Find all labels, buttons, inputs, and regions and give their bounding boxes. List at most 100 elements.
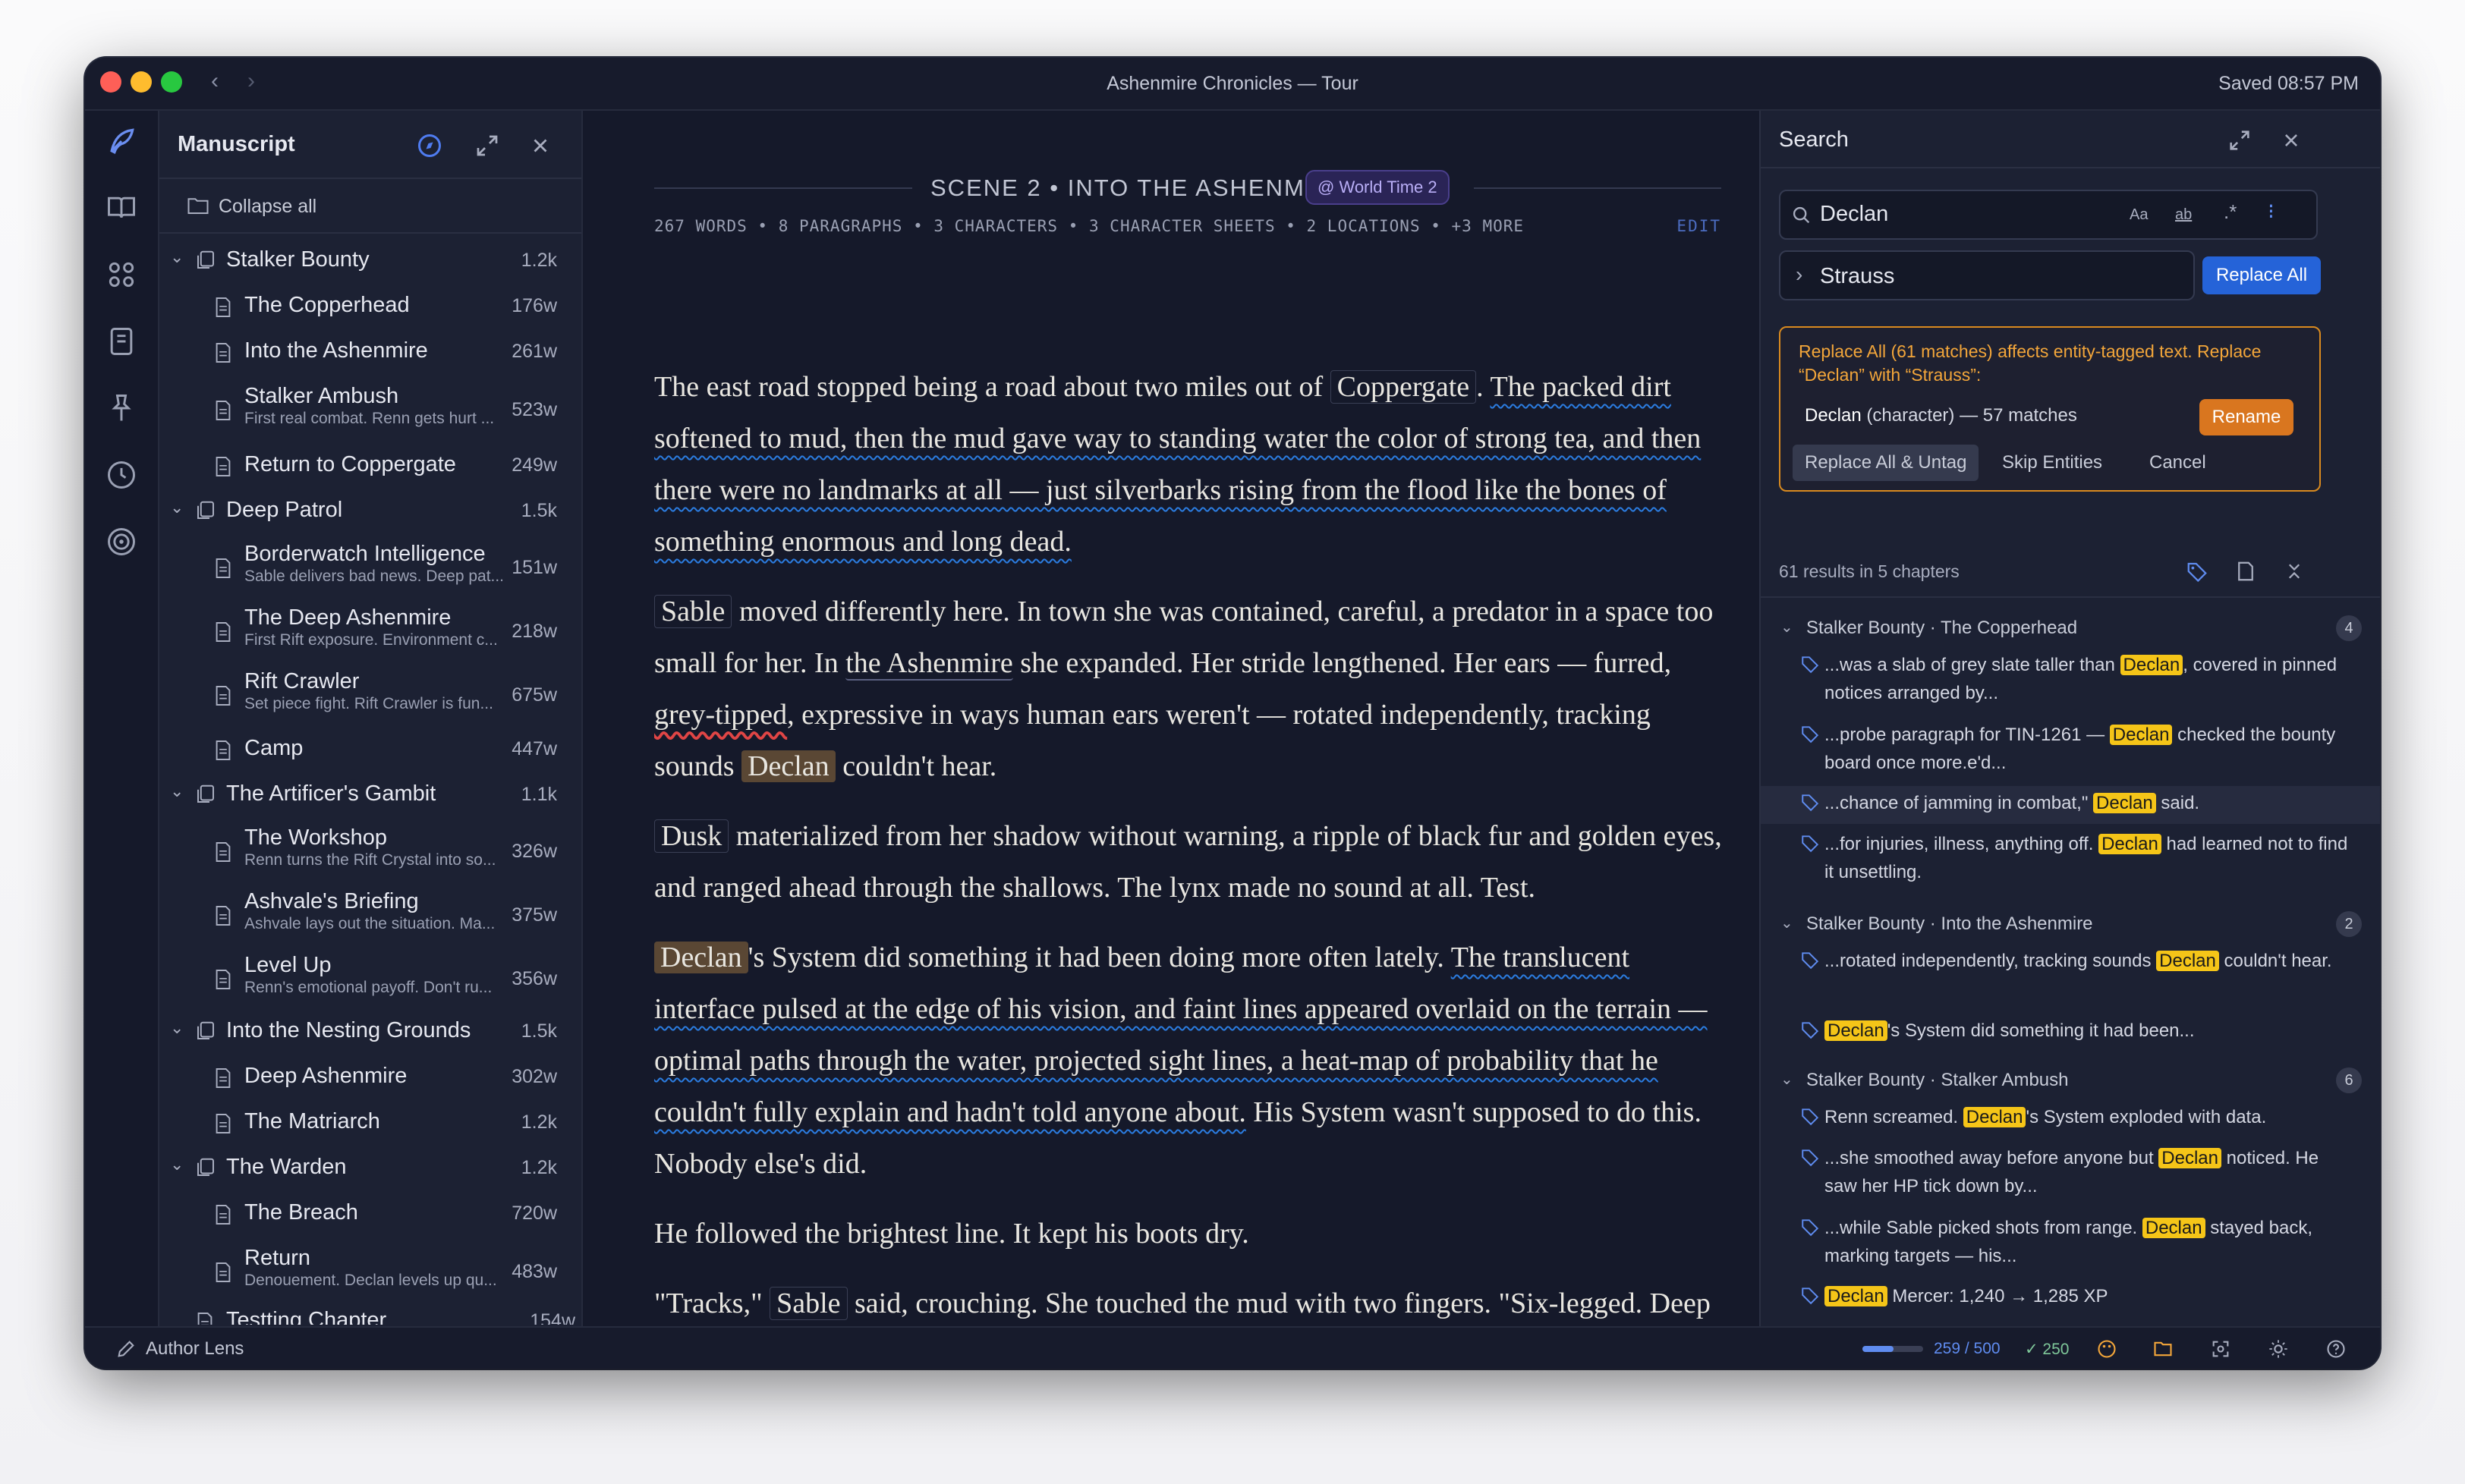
search-result[interactable]: ...chance of jamming in combat," Declan …	[1761, 786, 2380, 824]
palette-icon[interactable]	[2096, 1338, 2117, 1360]
quill-icon[interactable]	[105, 124, 138, 158]
search-match[interactable]: Declan	[654, 942, 748, 973]
compass-icon[interactable]	[416, 132, 443, 159]
entity-location[interactable]: Coppergate	[1330, 370, 1477, 404]
scene-title: Borderwatch Intelligence	[244, 542, 486, 566]
entity-location[interactable]: the Ashenmire	[845, 647, 1013, 681]
entity-character[interactable]: Dusk	[654, 819, 729, 853]
scene-item[interactable]: The Deep Ashenmire First Rift exposure. …	[159, 599, 581, 663]
spelling-flag[interactable]: grey-tipped	[654, 699, 787, 731]
scene-item[interactable]: The Workshop Renn turns the Rift Crystal…	[159, 819, 581, 883]
folder-icon[interactable]	[2152, 1338, 2174, 1360]
book-icon[interactable]	[105, 191, 138, 225]
scene-prose[interactable]: The east road stopped being a road about…	[654, 361, 1726, 1369]
skip-entities-button[interactable]: Skip Entities	[1990, 445, 2114, 481]
tag-icon	[1802, 1022, 1819, 1039]
regex-icon[interactable]: .*	[2224, 200, 2237, 224]
close-icon[interactable]	[2278, 127, 2304, 153]
match-case-icon[interactable]: Aa	[2130, 206, 2148, 224]
rename-button[interactable]: Rename	[2199, 399, 2293, 435]
focus-icon[interactable]	[2210, 1338, 2231, 1360]
cancel-button[interactable]: Cancel	[2137, 445, 2218, 481]
chevron-down-icon[interactable]: ⌄	[1780, 913, 1793, 932]
network-icon[interactable]	[105, 258, 138, 291]
scene-item[interactable]: Into the Ashenmire 261w	[159, 332, 581, 370]
word-count: 302w	[512, 1066, 557, 1087]
result-text: ...was a slab of grey slate taller than …	[1824, 651, 2348, 707]
world-time-badge[interactable]: @ World Time 2	[1305, 170, 1450, 205]
scene-item[interactable]: Borderwatch Intelligence Sable delivers …	[159, 536, 581, 599]
scene-item[interactable]: Rift Crawler Set piece fight. Rift Crawl…	[159, 663, 581, 727]
document-icon[interactable]	[2234, 560, 2257, 583]
result-group[interactable]: ⌄ Stalker Bounty · Into the Ashenmire 2	[1761, 904, 2380, 942]
chevron-down-icon[interactable]: ⌄	[170, 1018, 184, 1038]
search-result[interactable]: ...while Sable picked shots from range. …	[1761, 1211, 2380, 1278]
result-group[interactable]: ⌄ Stalker Bounty · The Copperhead 4	[1761, 608, 2380, 646]
close-icon[interactable]	[527, 132, 554, 159]
entity-character[interactable]: Sable	[770, 1287, 848, 1320]
chevron-down-icon[interactable]: ⌄	[1780, 1070, 1793, 1089]
text: ...probe paragraph for TIN-1261 —	[1824, 725, 2110, 745]
search-result[interactable]: Renn screamed. Declan's System exploded …	[1761, 1100, 2380, 1138]
entity-filter-icon[interactable]: ⁝	[2268, 199, 2275, 224]
scene-item[interactable]: The Breach 720w	[159, 1194, 581, 1232]
scene-synopsis: First real combat. Renn gets hurt ...	[244, 410, 495, 427]
text: ...she smoothed away before anyone but	[1824, 1148, 2159, 1168]
entity-character[interactable]: Sable	[654, 595, 732, 628]
expand-icon[interactable]	[2227, 127, 2252, 153]
chapter-nesting-grounds[interactable]: ⌄ Into the Nesting Grounds 1.5k	[159, 1012, 581, 1050]
notebook-icon[interactable]	[105, 325, 138, 358]
search-result[interactable]: ...probe paragraph for TIN-1261 — Declan…	[1761, 718, 2380, 784]
search-result[interactable]: ...she smoothed away before anyone but D…	[1761, 1141, 2380, 1208]
chapter-stalker-bounty[interactable]: ⌄ Stalker Bounty 1.2k	[159, 241, 581, 279]
scene-item[interactable]: Ashvale's Briefing Ashvale lays out the …	[159, 883, 581, 947]
chevron-down-icon[interactable]: ⌄	[1780, 618, 1793, 637]
scene-item[interactable]: Return Denouement. Declan levels up qu..…	[159, 1240, 581, 1303]
search-result[interactable]: ...was a slab of grey slate taller than …	[1761, 648, 2380, 715]
search-result[interactable]: ...rotated independently, tracking sound…	[1761, 944, 2380, 1011]
scene-item[interactable]: The Copperhead 176w	[159, 287, 581, 325]
expand-icon[interactable]	[474, 132, 501, 159]
collapse-all-button[interactable]: Collapse all	[159, 179, 581, 234]
collapse-results-icon[interactable]	[2283, 560, 2306, 583]
search-result[interactable]: Declan Mercer: 1,240 → 1,285 XP	[1761, 1279, 2380, 1317]
clock-icon[interactable]	[105, 458, 138, 492]
result-group[interactable]: ⌄ Stalker Bounty · Stalker Ambush 6	[1761, 1061, 2380, 1099]
chapter-artificers-gambit[interactable]: ⌄ The Artificer's Gambit 1.1k	[159, 775, 581, 813]
scene-item[interactable]: The Matriarch 1.2k	[159, 1103, 581, 1141]
sun-icon[interactable]	[2268, 1338, 2289, 1360]
scene-item[interactable]: Return to Coppergate 249w	[159, 446, 581, 484]
search-result[interactable]: Declan's System did something it had bee…	[1761, 1014, 2380, 1052]
scene-item[interactable]: Stalker Ambush First real combat. Renn g…	[159, 378, 581, 442]
search-match[interactable]: Declan	[741, 750, 836, 782]
tag-icon[interactable]	[2186, 560, 2208, 583]
help-icon[interactable]	[2325, 1338, 2347, 1360]
target-icon[interactable]	[105, 525, 138, 558]
search-input[interactable]: Declan Aa ab .* ⁝	[1779, 190, 2318, 240]
pin-icon[interactable]	[105, 391, 138, 425]
replace-input[interactable]: › Strauss	[1779, 250, 2195, 300]
chevron-right-icon[interactable]: ›	[1796, 263, 1802, 287]
scene-item[interactable]: Level Up Renn's emotional payoff. Don't …	[159, 947, 581, 1011]
document-icon	[216, 842, 231, 862]
scene-item[interactable]: Camp 447w	[159, 730, 581, 768]
chevron-down-icon[interactable]: ⌄	[170, 247, 184, 267]
scene-item[interactable]: Deep Ashenmire 302w	[159, 1058, 581, 1096]
scene-title: Into the Ashenmire	[244, 338, 428, 363]
replace-all-button[interactable]: Replace All	[2202, 256, 2321, 294]
chevron-down-icon[interactable]: ⌄	[170, 781, 184, 801]
whole-word-icon[interactable]: ab	[2175, 206, 2192, 224]
chapter-title: Into the Nesting Grounds	[226, 1018, 471, 1042]
scene-item[interactable]: Testting Chapter 154w	[159, 1302, 581, 1325]
chevron-down-icon[interactable]: ⌄	[170, 1155, 184, 1174]
edit-link[interactable]: EDIT	[1676, 217, 1721, 235]
chevron-down-icon[interactable]: ⌄	[170, 498, 184, 517]
chapter-the-warden[interactable]: ⌄ The Warden 1.2k	[159, 1149, 581, 1187]
search-result[interactable]: ...for injuries, illness, anything off. …	[1761, 827, 2380, 894]
scene-synopsis: Renn's emotional payoff. Don't ru...	[244, 979, 493, 996]
chapter-deep-patrol[interactable]: ⌄ Deep Patrol 1.5k	[159, 492, 581, 530]
paragraph: Declan's System did something it had bee…	[654, 932, 1726, 1190]
document-icon	[216, 686, 231, 706]
author-lens-label[interactable]: Author Lens	[146, 1338, 244, 1360]
replace-all-untag-button[interactable]: Replace All & Untag	[1793, 445, 1979, 481]
